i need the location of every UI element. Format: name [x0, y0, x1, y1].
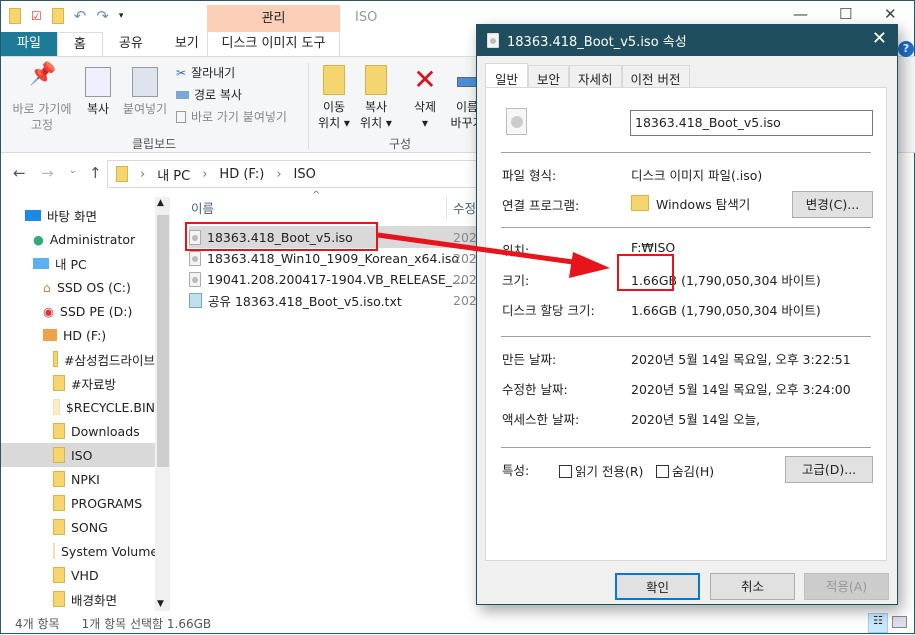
arrow-head	[569, 252, 610, 278]
annotation-arrow	[377, 232, 610, 278]
arrow-shaft	[377, 232, 581, 266]
